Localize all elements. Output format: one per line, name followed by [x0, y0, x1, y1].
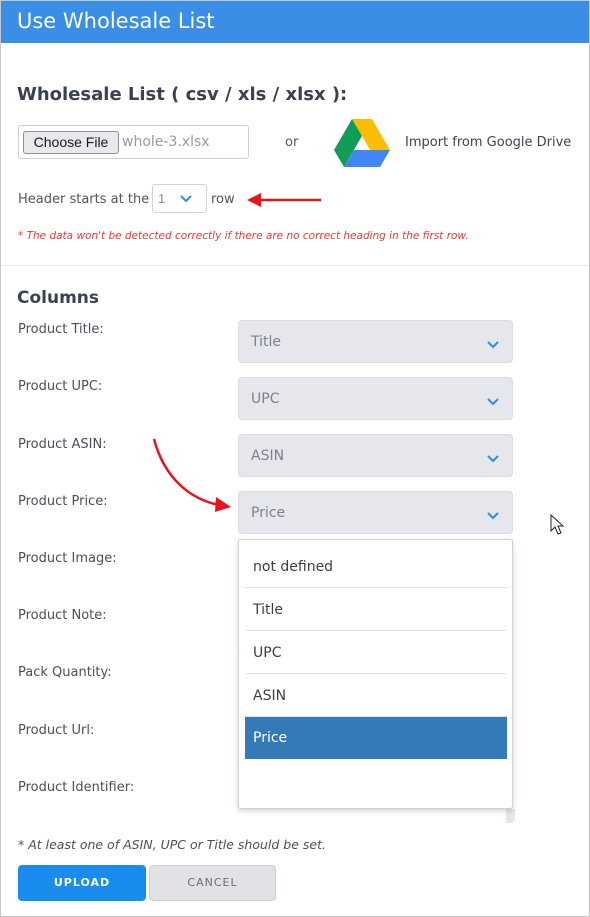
- column-requirement-note: * At least one of ASIN, UPC or Title sho…: [18, 837, 326, 852]
- field-label-product-asin: Product ASIN:: [18, 437, 107, 452]
- heading-warning: * The data won't be detected correctly i…: [18, 230, 469, 242]
- chevron-down-icon: [180, 195, 192, 203]
- field-label-pack-quantity: Pack Quantity:: [18, 665, 112, 680]
- product-price-select[interactable]: Price: [238, 491, 513, 534]
- header-row-suffix: row: [211, 192, 235, 207]
- product-upc-select-value: UPC: [251, 391, 280, 407]
- chevron-down-icon: [487, 512, 499, 520]
- dropdown-option-asin[interactable]: ASIN: [245, 675, 507, 717]
- annotation-arrow-icon: [152, 438, 231, 512]
- product-title-select-value: Title: [251, 334, 282, 350]
- header-row-prefix: Header starts at the: [18, 192, 150, 207]
- columns-heading: Columns: [17, 288, 100, 308]
- chevron-down-icon: [487, 398, 499, 406]
- product-price-select-value: Price: [251, 505, 286, 521]
- wholesale-dialog: Use Wholesale List Wholesale List ( csv …: [0, 0, 590, 917]
- field-label-product-identifier: Product Identifier:: [18, 780, 135, 795]
- select-edge: [506, 809, 515, 823]
- title-bar: Use Wholesale List: [1, 1, 589, 43]
- field-label-product-image: Product Image:: [18, 551, 117, 566]
- dropdown-option-not-defined[interactable]: not defined: [245, 546, 507, 588]
- field-label-product-title: Product Title:: [18, 322, 104, 337]
- product-title-select[interactable]: Title: [238, 320, 513, 363]
- dropdown-option-price[interactable]: Price: [245, 717, 507, 759]
- selected-file-name: whole-3.xlsx: [122, 134, 210, 150]
- file-input[interactable]: Choose File whole-3.xlsx: [18, 125, 249, 159]
- dialog-title: Use Wholesale List: [17, 9, 215, 33]
- header-row-value: 1: [158, 191, 166, 206]
- dropdown-option-empty[interactable]: [245, 760, 507, 802]
- import-google-drive-link[interactable]: Import from Google Drive: [405, 135, 571, 150]
- field-label-product-upc: Product UPC:: [18, 379, 103, 394]
- product-asin-select-value: ASIN: [251, 448, 285, 464]
- or-separator: or: [285, 135, 299, 150]
- header-row-select[interactable]: 1: [152, 184, 207, 213]
- dropdown-option-title[interactable]: Title: [245, 589, 507, 631]
- annotation-arrow-icon: [247, 193, 321, 207]
- cancel-button[interactable]: CANCEL: [149, 865, 276, 901]
- upload-button[interactable]: UPLOAD: [18, 865, 146, 901]
- chevron-down-icon: [487, 341, 499, 349]
- dropdown-option-upc[interactable]: UPC: [245, 632, 507, 674]
- mouse-cursor-icon: [550, 514, 565, 535]
- field-label-product-note: Product Note:: [18, 608, 107, 623]
- google-drive-icon[interactable]: [334, 117, 390, 167]
- wholesale-list-heading: Wholesale List ( csv / xls / xlsx ):: [17, 84, 348, 105]
- field-label-product-url: Product Url:: [18, 723, 95, 738]
- price-dropdown-menu[interactable]: not defined Title UPC ASIN Price: [238, 539, 513, 809]
- choose-file-button[interactable]: Choose File: [23, 131, 119, 154]
- chevron-down-icon: [487, 455, 499, 463]
- product-asin-select[interactable]: ASIN: [238, 434, 513, 477]
- field-label-product-price: Product Price:: [18, 494, 108, 509]
- divider: [1, 265, 589, 266]
- product-upc-select[interactable]: UPC: [238, 377, 513, 420]
